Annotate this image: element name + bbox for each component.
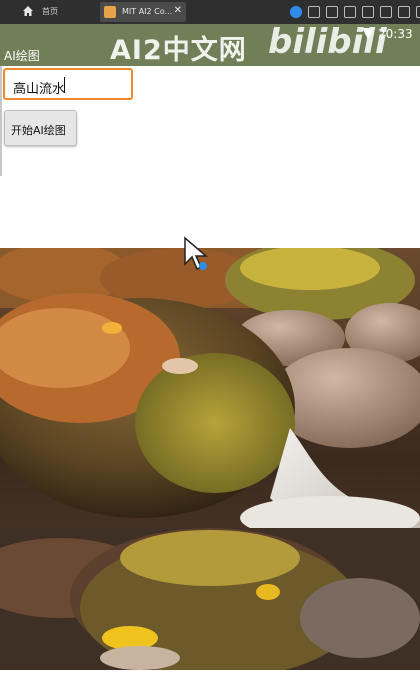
home-icon[interactable] (22, 5, 34, 17)
close-icon[interactable]: ✕ (174, 5, 182, 16)
browser-tab[interactable]: MIT AI2 Co... ✕ (100, 2, 186, 22)
status-time: 20:33 (378, 27, 413, 41)
generated-image (0, 248, 420, 670)
app-inventor-icon (104, 6, 116, 18)
left-edge-divider (0, 66, 2, 176)
upload-icon[interactable] (290, 6, 302, 18)
person-icon[interactable] (326, 6, 338, 18)
start-ai-draw-button[interactable]: 开始AI绘图 (4, 110, 77, 146)
close-window-icon[interactable] (416, 6, 420, 18)
minimize-icon[interactable] (362, 6, 374, 18)
wifi-icon (362, 28, 374, 39)
text-caret (64, 77, 65, 93)
app-title: AI绘图 (4, 49, 40, 63)
prompt-input-value[interactable]: 高山流水 (13, 78, 65, 97)
watermark-text: AI2中文网 (110, 35, 247, 66)
toolbar-icons (290, 4, 420, 20)
mail-icon[interactable] (308, 6, 320, 18)
browser-top-bar: 首页 MIT AI2 Co... ✕ (0, 0, 420, 24)
home-label[interactable]: 首页 (42, 6, 58, 17)
menu-icon[interactable] (344, 6, 356, 18)
prompt-input[interactable]: 高山流水 (3, 68, 133, 100)
tab-title: MIT AI2 Co... (122, 7, 173, 16)
start-ai-draw-button-label: 开始AI绘图 (11, 124, 66, 137)
mouse-cursor-icon (184, 236, 209, 271)
fullscreen-icon[interactable] (380, 6, 392, 18)
window-icon[interactable] (398, 6, 410, 18)
